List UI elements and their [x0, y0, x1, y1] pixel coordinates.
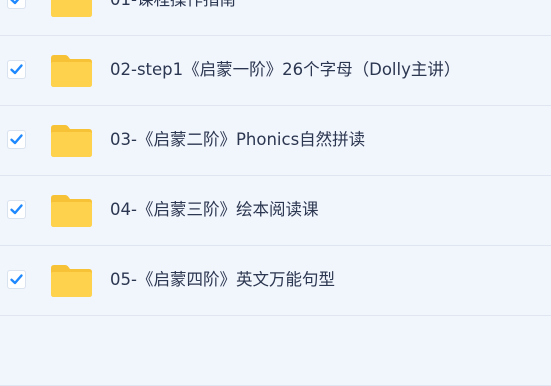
- file-checkbox[interactable]: [7, 130, 26, 149]
- check-icon: [10, 0, 20, 5]
- file-row[interactable]: [0, 316, 551, 386]
- folder-icon: [49, 193, 94, 228]
- file-name[interactable]: 02-step1《启蒙一阶》26个字母（Dolly主讲）: [110, 58, 460, 82]
- file-name[interactable]: 03-《启蒙二阶》Phonics自然拼读: [110, 128, 365, 152]
- folder-icon: [49, 0, 94, 18]
- file-row[interactable]: 02-step1《启蒙一阶》26个字母（Dolly主讲）: [0, 36, 551, 106]
- file-list: 01-课程操作指南 02-step1《启蒙一阶》26个字母（Dolly主讲）: [0, 0, 551, 386]
- file-checkbox[interactable]: [7, 60, 26, 79]
- file-row[interactable]: 05-《启蒙四阶》英文万能句型: [0, 246, 551, 316]
- file-checkbox[interactable]: [7, 0, 26, 9]
- check-icon: [10, 274, 23, 285]
- check-icon: [10, 134, 23, 145]
- file-checkbox[interactable]: [7, 200, 26, 219]
- check-icon: [10, 64, 23, 75]
- file-checkbox[interactable]: [7, 270, 26, 289]
- file-name[interactable]: 01-课程操作指南: [110, 0, 236, 12]
- folder-icon: [49, 123, 94, 158]
- file-row[interactable]: 01-课程操作指南: [0, 0, 551, 36]
- folder-icon: [49, 263, 94, 298]
- folder-icon: [49, 53, 94, 88]
- check-icon: [10, 204, 23, 215]
- file-row[interactable]: 04-《启蒙三阶》绘本阅读课: [0, 176, 551, 246]
- file-name[interactable]: 05-《启蒙四阶》英文万能句型: [110, 268, 335, 292]
- file-name[interactable]: 04-《启蒙三阶》绘本阅读课: [110, 198, 318, 222]
- file-row[interactable]: 03-《启蒙二阶》Phonics自然拼读: [0, 106, 551, 176]
